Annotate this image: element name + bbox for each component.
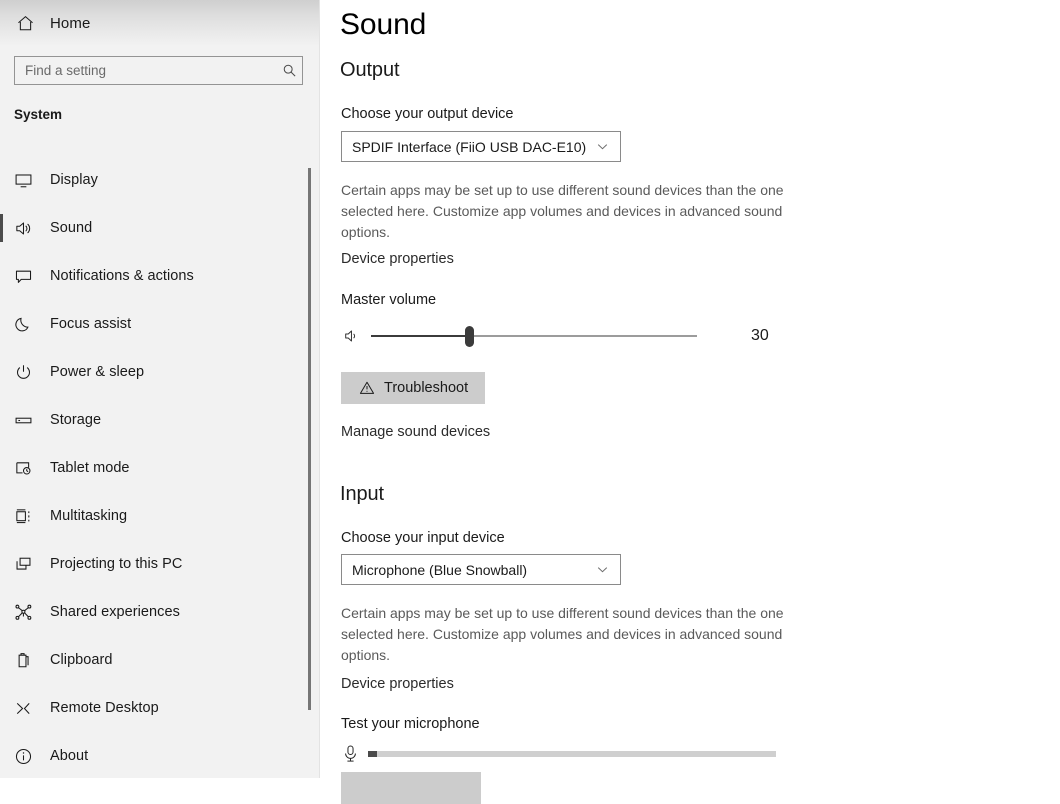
clipboard-icon xyxy=(14,649,40,671)
microphone-level-meter xyxy=(368,751,776,757)
selection-accent-bar xyxy=(0,454,3,482)
troubleshoot-output-button[interactable]: Troubleshoot xyxy=(341,372,485,404)
selection-accent-bar xyxy=(0,406,3,434)
sidebar-group-title: System xyxy=(14,107,62,122)
settings-window: Home System Display xyxy=(0,0,1060,778)
sidebar-item-home[interactable]: Home xyxy=(0,5,300,41)
power-icon xyxy=(14,361,40,383)
speaker-icon xyxy=(14,217,40,239)
sidebar-nav: Display Sound xyxy=(0,156,306,780)
input-device-select[interactable]: Microphone (Blue Snowball) xyxy=(341,554,621,585)
sidebar-item-label: Focus assist xyxy=(50,316,131,332)
input-device-value: Microphone (Blue Snowball) xyxy=(352,562,527,578)
tablet-icon xyxy=(14,457,40,479)
master-volume-value: 30 xyxy=(751,327,769,345)
microphone-level-row xyxy=(340,742,776,766)
test-microphone-label: Test your microphone xyxy=(341,716,480,732)
sidebar-item-focus-assist[interactable]: Focus assist xyxy=(0,300,306,348)
selection-accent-bar xyxy=(0,550,3,578)
sidebar: Home System Display xyxy=(0,0,320,778)
sidebar-item-label: Power & sleep xyxy=(50,364,144,380)
sidebar-item-label: Remote Desktop xyxy=(50,700,159,716)
master-volume-label: Master volume xyxy=(341,292,436,308)
page-title: Sound xyxy=(340,8,426,42)
output-section-heading: Output xyxy=(340,59,399,82)
home-icon xyxy=(14,12,36,34)
output-description: Certain apps may be set up to use differ… xyxy=(341,180,793,243)
manage-sound-devices-link[interactable]: Manage sound devices xyxy=(341,424,490,440)
sidebar-item-label: Clipboard xyxy=(50,652,113,668)
monitor-icon xyxy=(14,169,40,191)
output-device-value: SPDIF Interface (FiiO USB DAC-E10) xyxy=(352,139,586,155)
master-volume-slider-row: 30 xyxy=(341,325,769,347)
sidebar-item-tablet-mode[interactable]: Tablet mode xyxy=(0,444,306,492)
sidebar-item-label: Sound xyxy=(50,220,92,236)
master-volume-slider[interactable] xyxy=(371,326,697,346)
selection-accent-bar xyxy=(0,310,3,338)
remote-desktop-icon xyxy=(14,697,40,719)
sidebar-item-projecting-to-this-pc[interactable]: Projecting to this PC xyxy=(0,540,306,588)
multitasking-icon xyxy=(14,505,40,527)
home-label: Home xyxy=(50,15,90,32)
sidebar-scrollbar-thumb[interactable] xyxy=(308,168,311,710)
output-device-label: Choose your output device xyxy=(341,106,514,122)
sidebar-item-label: Projecting to this PC xyxy=(50,556,182,572)
sidebar-item-about[interactable]: About xyxy=(0,732,306,780)
input-description: Certain apps may be set up to use differ… xyxy=(341,603,793,666)
selection-accent-bar xyxy=(0,694,3,722)
output-device-properties-link[interactable]: Device properties xyxy=(341,251,454,267)
notification-icon xyxy=(14,265,40,287)
input-device-properties-link[interactable]: Device properties xyxy=(341,676,454,692)
search-box[interactable] xyxy=(14,56,303,85)
sidebar-item-multitasking[interactable]: Multitasking xyxy=(0,492,306,540)
info-icon xyxy=(14,745,40,767)
selection-accent-bar xyxy=(0,598,3,626)
troubleshoot-input-button[interactable] xyxy=(341,772,481,804)
troubleshoot-output-label: Troubleshoot xyxy=(384,380,468,396)
sidebar-scrollbar[interactable] xyxy=(311,0,316,778)
microphone-icon xyxy=(340,742,360,766)
sidebar-item-shared-experiences[interactable]: Shared experiences xyxy=(0,588,306,636)
search-input[interactable] xyxy=(15,57,276,84)
selection-accent-bar xyxy=(0,358,3,386)
warning-triangle-icon xyxy=(358,380,375,397)
sidebar-item-label: Multitasking xyxy=(50,508,127,524)
sidebar-item-label: Shared experiences xyxy=(50,604,180,620)
slider-track-fill xyxy=(371,335,469,337)
share-icon xyxy=(14,601,40,623)
search-icon[interactable] xyxy=(276,57,302,84)
projecting-icon xyxy=(14,553,40,575)
drive-icon xyxy=(14,409,40,431)
sidebar-item-storage[interactable]: Storage xyxy=(0,396,306,444)
selection-accent-bar xyxy=(0,502,3,530)
chevron-down-icon xyxy=(596,140,612,153)
sidebar-item-remote-desktop[interactable]: Remote Desktop xyxy=(0,684,306,732)
sidebar-item-power-sleep[interactable]: Power & sleep xyxy=(0,348,306,396)
input-section-heading: Input xyxy=(340,483,384,506)
selection-accent-bar xyxy=(0,742,3,770)
sidebar-item-notifications-actions[interactable]: Notifications & actions xyxy=(0,252,306,300)
main-content: Sound Output Choose your output device S… xyxy=(320,0,1060,778)
sidebar-item-label: Storage xyxy=(50,412,101,428)
sidebar-item-label: Tablet mode xyxy=(50,460,130,476)
sidebar-item-label: Display xyxy=(50,172,98,188)
sidebar-item-label: About xyxy=(50,748,88,764)
selection-accent-bar xyxy=(0,214,3,242)
moon-icon xyxy=(14,313,40,335)
slider-thumb[interactable] xyxy=(465,326,474,347)
sidebar-item-label: Notifications & actions xyxy=(50,268,194,284)
chevron-down-icon xyxy=(596,563,612,576)
sidebar-item-sound[interactable]: Sound xyxy=(0,204,306,252)
selection-accent-bar xyxy=(0,646,3,674)
speaker-icon[interactable] xyxy=(341,325,363,347)
microphone-level-fill xyxy=(368,751,377,757)
sidebar-item-display[interactable]: Display xyxy=(0,156,306,204)
input-device-label: Choose your input device xyxy=(341,530,505,546)
sidebar-item-clipboard[interactable]: Clipboard xyxy=(0,636,306,684)
selection-accent-bar xyxy=(0,262,3,290)
output-device-select[interactable]: SPDIF Interface (FiiO USB DAC-E10) xyxy=(341,131,621,162)
selection-accent-bar xyxy=(0,166,3,194)
